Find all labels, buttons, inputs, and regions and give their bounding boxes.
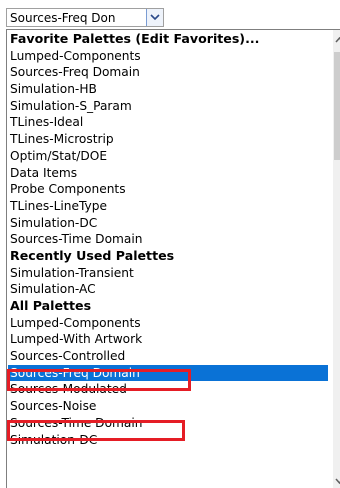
list-item[interactable]: Lumped-Components bbox=[8, 48, 328, 65]
palette-combo-box[interactable]: Sources-Freq Don bbox=[6, 8, 164, 27]
list-item[interactable]: TLines-Ideal bbox=[8, 114, 328, 131]
list-item[interactable]: Sources-Modulated bbox=[8, 381, 328, 398]
list-item[interactable]: Data Items bbox=[8, 165, 328, 182]
vertical-scrollbar[interactable] bbox=[333, 30, 340, 488]
palette-list: Favorite Palettes (Edit Favorites)... Lu… bbox=[8, 31, 328, 448]
list-item[interactable]: Optim/Stat/DOE bbox=[8, 148, 328, 165]
list-item[interactable]: Sources-Time Domain bbox=[8, 231, 328, 248]
list-item[interactable]: TLines-Microstrip bbox=[8, 131, 328, 148]
section-header-favorite-palettes[interactable]: Favorite Palettes (Edit Favorites)... bbox=[8, 31, 328, 48]
list-item[interactable]: Simulation-DC bbox=[8, 215, 328, 232]
list-item[interactable]: TLines-LineType bbox=[8, 198, 328, 215]
list-item-selected[interactable]: Sources-Freq Domain bbox=[8, 364, 328, 382]
palette-dropdown-list[interactable]: Favorite Palettes (Edit Favorites)... Lu… bbox=[6, 29, 340, 488]
list-item[interactable]: Simulation-Transient bbox=[8, 265, 328, 282]
chevron-down-icon bbox=[150, 14, 160, 21]
list-item[interactable]: Sources-Time Domain bbox=[8, 415, 328, 432]
list-item[interactable]: Probe Components bbox=[8, 181, 328, 198]
scroll-up-arrow-icon[interactable] bbox=[333, 32, 340, 46]
combo-dropdown-button[interactable] bbox=[146, 9, 163, 26]
list-item[interactable]: Sources-Controlled bbox=[8, 348, 328, 365]
list-item[interactable]: Lumped-Components bbox=[8, 315, 328, 332]
list-item[interactable]: Simulation-S_Param bbox=[8, 98, 328, 115]
section-header-all-palettes: All Palettes bbox=[10, 298, 92, 313]
scroll-down-arrow-icon[interactable] bbox=[333, 473, 340, 487]
list-item[interactable]: Simulation-HB bbox=[8, 81, 328, 98]
section-header-recently-used: Recently Used Palettes bbox=[10, 247, 175, 263]
palette-selector: Sources-Freq Don Favorite Palettes (Edit… bbox=[0, 0, 340, 488]
list-item[interactable]: Simulation-DC bbox=[8, 432, 328, 449]
scrollbar-thumb[interactable] bbox=[334, 52, 340, 160]
list-item[interactable]: Sources-Freq Domain bbox=[8, 64, 328, 81]
list-item[interactable]: Simulation-AC bbox=[8, 281, 328, 298]
palette-combo-value: Sources-Freq Don bbox=[10, 11, 116, 25]
list-item[interactable]: Sources-Noise bbox=[8, 398, 328, 415]
list-item[interactable]: Lumped-With Artwork bbox=[8, 331, 328, 348]
